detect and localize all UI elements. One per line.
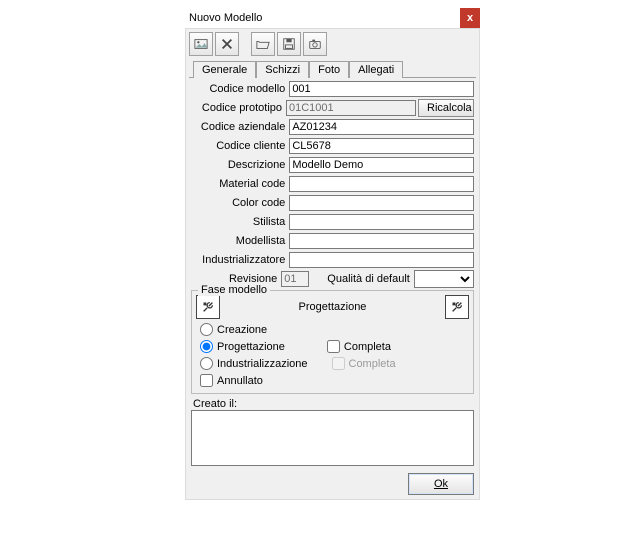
- check-completa-progettazione[interactable]: Completa: [327, 340, 391, 353]
- input-revisione: [281, 271, 309, 287]
- label-creato-il: Creato il:: [187, 396, 478, 410]
- legend-fase-modello: Fase modello: [198, 284, 270, 296]
- tab-foto[interactable]: Foto: [309, 61, 349, 78]
- radio-progettazione[interactable]: Progettazione: [200, 340, 285, 353]
- title-bar: Nuovo Modello x: [185, 8, 480, 28]
- window-title: Nuovo Modello: [189, 12, 262, 24]
- image-icon: [194, 37, 208, 51]
- toolbar-image-button[interactable]: [189, 32, 213, 56]
- label-industrializzatore: Industrializzatore: [191, 254, 289, 266]
- input-industrializzatore[interactable]: [289, 252, 474, 268]
- radio-industrializzazione[interactable]: Industrializzazione: [200, 357, 308, 370]
- input-codice-modello[interactable]: [289, 81, 474, 97]
- check-completa-industrializzazione: Completa: [332, 357, 396, 370]
- input-material-code[interactable]: [289, 176, 474, 192]
- toolbar: [187, 30, 478, 56]
- select-qualita[interactable]: [414, 270, 474, 288]
- tab-schizzi[interactable]: Schizzi: [256, 61, 309, 78]
- input-stilista[interactable]: [289, 214, 474, 230]
- label-codice-aziendale: Codice aziendale: [191, 121, 289, 133]
- label-codice-prototipo: Codice prototipo: [191, 102, 286, 114]
- close-button[interactable]: x: [460, 8, 480, 28]
- label-material-code: Material code: [191, 178, 289, 190]
- client-area: Generale Schizzi Foto Allegati Codice mo…: [185, 28, 480, 500]
- tab-generale[interactable]: Generale: [193, 61, 256, 78]
- toolbar-delete-button[interactable]: [215, 32, 239, 56]
- tab-allegati[interactable]: Allegati: [349, 61, 403, 78]
- label-qualita: Qualità di default: [309, 273, 414, 285]
- toolbar-open-button[interactable]: [251, 32, 275, 56]
- input-color-code[interactable]: [289, 195, 474, 211]
- tools-icon: [450, 300, 464, 314]
- input-codice-prototipo: [286, 100, 416, 116]
- input-codice-cliente[interactable]: [289, 138, 474, 154]
- x-icon: [220, 37, 234, 51]
- phase-title: Progettazione: [220, 301, 445, 313]
- input-descrizione[interactable]: [289, 157, 474, 173]
- phase-next-button[interactable]: [445, 295, 469, 319]
- label-modellista: Modellista: [191, 235, 289, 247]
- input-codice-aziendale[interactable]: [289, 119, 474, 135]
- input-modellista[interactable]: [289, 233, 474, 249]
- form-generale: Codice modello Codice prototipo Ricalcol…: [187, 78, 478, 288]
- ricalcola-button[interactable]: Ricalcola: [418, 99, 474, 117]
- disk-icon: [282, 37, 296, 51]
- fieldset-fase-modello: Fase modello Progettazione Creazione: [191, 290, 474, 394]
- toolbar-save-button[interactable]: [277, 32, 301, 56]
- phase-options: Creazione Progettazione Completa Industr…: [196, 323, 469, 387]
- check-annullato[interactable]: Annullato: [200, 374, 469, 387]
- label-codice-modello: Codice modello: [191, 83, 289, 95]
- label-stilista: Stilista: [191, 216, 289, 228]
- camera-icon: [308, 37, 322, 51]
- radio-creazione[interactable]: Creazione: [200, 323, 469, 336]
- close-icon: x: [467, 12, 473, 24]
- textarea-notes[interactable]: [191, 410, 474, 466]
- tools-icon: [201, 300, 215, 314]
- toolbar-camera-button[interactable]: [303, 32, 327, 56]
- phase-prev-button[interactable]: [196, 295, 220, 319]
- label-descrizione: Descrizione: [191, 159, 289, 171]
- folder-open-icon: [256, 37, 270, 51]
- tab-strip: Generale Schizzi Foto Allegati: [187, 56, 478, 77]
- ok-button[interactable]: Ok: [408, 473, 474, 495]
- label-codice-cliente: Codice cliente: [191, 140, 289, 152]
- dialog-window: Nuovo Modello x: [185, 8, 480, 500]
- label-color-code: Color code: [191, 197, 289, 209]
